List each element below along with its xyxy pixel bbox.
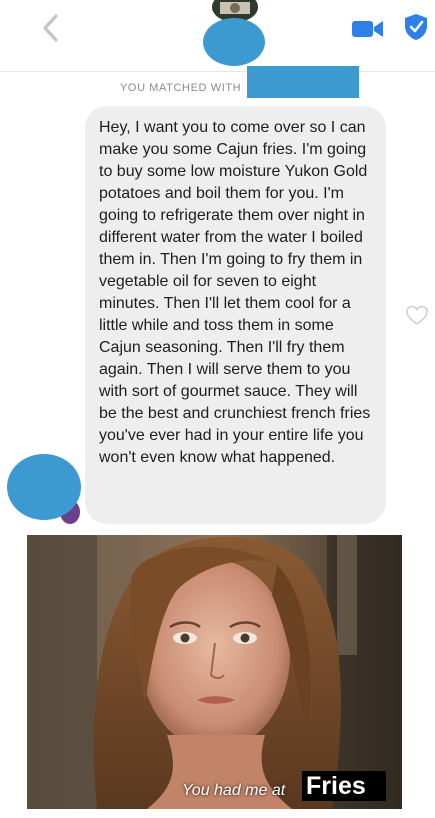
avatar-redaction bbox=[203, 18, 265, 66]
message-bubble[interactable]: Hey, I want you to come over so I can ma… bbox=[85, 106, 386, 524]
top-bar bbox=[0, 0, 435, 72]
heart-outline-icon bbox=[406, 305, 428, 325]
sender-avatar[interactable] bbox=[7, 454, 81, 520]
match-name-redaction bbox=[247, 66, 359, 98]
video-call-button[interactable] bbox=[350, 16, 386, 42]
meme-caption-highlight: Fries bbox=[306, 772, 366, 800]
meme-caption-prefix: You had me at bbox=[182, 782, 286, 799]
back-button[interactable] bbox=[36, 8, 68, 48]
video-camera-icon bbox=[352, 21, 383, 37]
chevron-left-icon bbox=[43, 14, 58, 42]
meme-caption-highlight-box: Fries bbox=[302, 771, 386, 801]
meme-photo bbox=[27, 535, 402, 809]
safety-shield-button[interactable] bbox=[403, 12, 429, 42]
meme-image[interactable]: You had me at Fries bbox=[27, 535, 402, 809]
message-text: Hey, I want you to come over so I can ma… bbox=[99, 119, 371, 466]
shield-icon bbox=[405, 14, 427, 40]
match-label: YOU MATCHED WITH bbox=[120, 82, 242, 94]
like-message-button[interactable] bbox=[405, 304, 429, 326]
